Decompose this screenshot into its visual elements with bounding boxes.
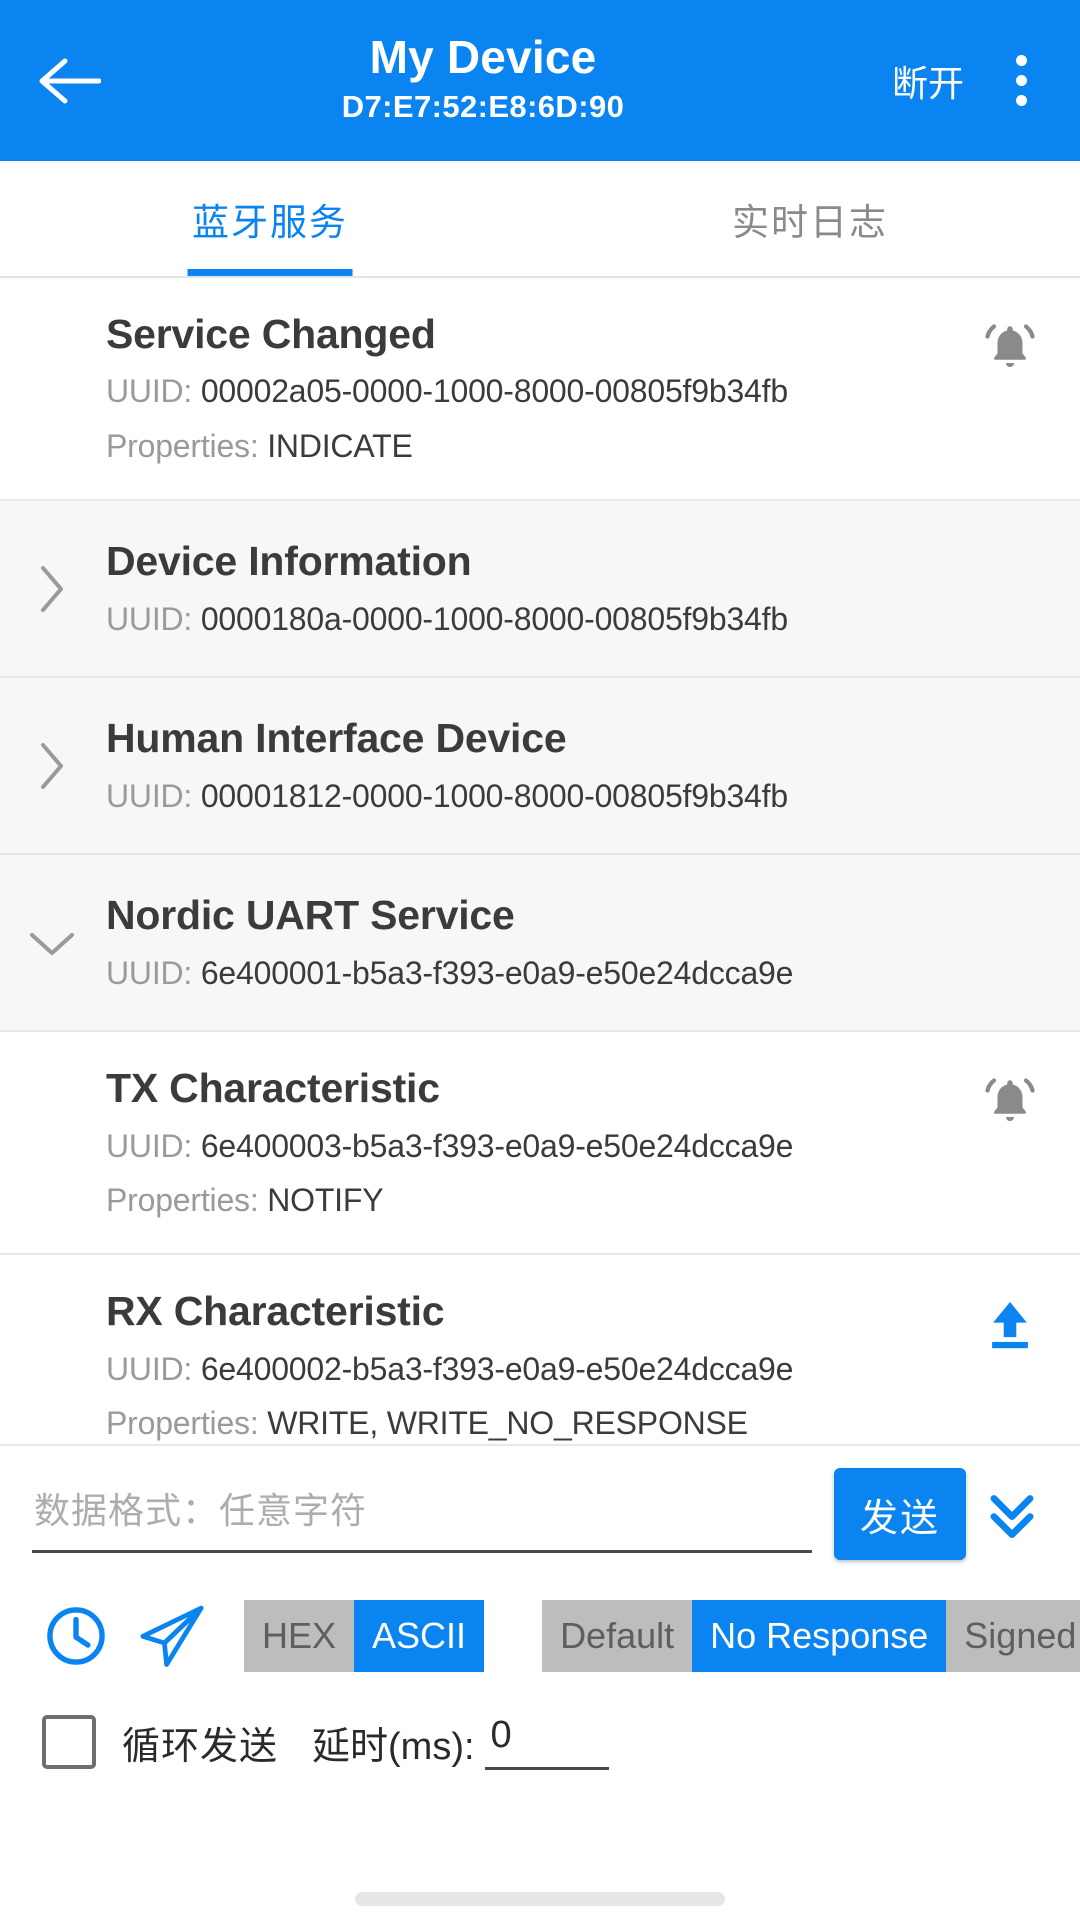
item-uuid: UUID: 0000180a-0000-1000-8000-00805f9b34…	[106, 597, 1046, 642]
uuid-value: 6e400002-b5a3-f393-e0a9-e50e24dcca9e	[200, 1350, 794, 1387]
dot	[1015, 55, 1027, 66]
item-uuid: UUID: 00001812-0000-1000-8000-00805f9b34…	[106, 774, 1046, 819]
uuid-label: UUID:	[106, 1350, 201, 1387]
list-item[interactable]: TX Characteristic UUID: 6e400003-b5a3-f3…	[0, 1032, 1080, 1256]
bell-active-icon[interactable]	[978, 1070, 1042, 1134]
tab-bluetooth-services[interactable]: 蓝牙服务	[0, 161, 540, 276]
upload-icon[interactable]	[978, 1293, 1042, 1357]
disconnect-button[interactable]: 断开	[870, 55, 986, 107]
system-navigation-bar	[0, 1878, 1080, 1920]
uuid-label: UUID:	[106, 777, 201, 814]
loop-send-label: 循环发送	[122, 1725, 279, 1768]
loop-send-row: 循环发送 延时(ms):	[0, 1698, 1080, 1770]
delay-label: 延时(ms):	[312, 1725, 475, 1768]
write-option-no-response[interactable]: No Response	[692, 1600, 947, 1672]
write-option-signed[interactable]: Signed	[946, 1600, 1080, 1672]
send-tool-row: HEX ASCII Default No Response Signed	[0, 1574, 1080, 1698]
item-properties: Properties: INDICATE	[106, 424, 1046, 469]
uuid-value: 00002a05-0000-1000-8000-00805f9b34fb	[200, 373, 788, 410]
uuid-value: 6e400003-b5a3-f393-e0a9-e50e24dcca9e	[200, 1127, 794, 1164]
arrow-left-icon	[39, 57, 101, 105]
list-item[interactable]: RX Characteristic UUID: 6e400002-b5a3-f3…	[0, 1255, 1080, 1444]
item-uuid: UUID: 6e400002-b5a3-f393-e0a9-e50e24dcca…	[106, 1347, 1046, 1392]
bell-active-icon[interactable]	[978, 316, 1042, 380]
uuid-value: 6e400001-b5a3-f393-e0a9-e50e24dcca9e	[200, 954, 794, 991]
list-item[interactable]: Nordic UART Service UUID: 6e400001-b5a3-…	[0, 855, 1080, 1033]
dot	[1015, 95, 1027, 106]
list-item[interactable]: Device Information UUID: 0000180a-0000-1…	[0, 501, 1080, 679]
item-properties: Properties: NOTIFY	[106, 1178, 1046, 1223]
item-title: TX Characteristic	[106, 1065, 440, 1112]
properties-label: Properties:	[106, 1181, 268, 1218]
service-list[interactable]: Service Changed UUID: 00002a05-0000-1000…	[0, 278, 1080, 1444]
write-type-toggle[interactable]: Default No Response Signed	[542, 1600, 1080, 1672]
tab-label: 蓝牙服务	[192, 201, 348, 243]
uuid-value: 00001812-0000-1000-8000-00805f9b34fb	[200, 777, 788, 814]
item-title: Nordic UART Service	[106, 892, 515, 939]
send-input-row: 发送	[0, 1446, 1080, 1574]
home-indicator[interactable]	[355, 1892, 725, 1906]
page-title: My Device	[369, 30, 597, 83]
loop-send-checkbox[interactable]	[42, 1715, 96, 1769]
uuid-label: UUID:	[106, 954, 201, 991]
item-uuid: UUID: 6e400001-b5a3-f393-e0a9-e50e24dcca…	[106, 951, 1046, 996]
uuid-label: UUID:	[106, 373, 201, 410]
item-title: Device Information	[106, 538, 472, 585]
device-mac-address: D7:E7:52:E8:6D:90	[341, 89, 625, 125]
list-item[interactable]: Service Changed UUID: 00002a05-0000-1000…	[0, 278, 1080, 502]
properties-label: Properties:	[106, 1405, 268, 1442]
tab-label: 实时日志	[732, 201, 888, 243]
app-bar: My Device D7:E7:52:E8:6D:90 断开	[0, 0, 1080, 161]
send-button[interactable]: 发送	[833, 1468, 966, 1560]
tab-realtime-log[interactable]: 实时日志	[540, 161, 1080, 276]
write-option-default[interactable]: Default	[542, 1600, 693, 1672]
data-format-toggle[interactable]: HEX ASCII	[244, 1600, 485, 1672]
chevron-down-icon[interactable]	[26, 917, 78, 969]
data-input[interactable]	[32, 1475, 812, 1553]
item-uuid: UUID: 00002a05-0000-1000-8000-00805f9b34…	[106, 369, 1046, 414]
uuid-value: 0000180a-0000-1000-8000-00805f9b34fb	[200, 600, 788, 637]
uuid-label: UUID:	[106, 1127, 201, 1164]
item-properties: Properties: WRITE, WRITE_NO_RESPONSE	[106, 1401, 1046, 1444]
item-uuid: UUID: 6e400003-b5a3-f393-e0a9-e50e24dcca…	[106, 1124, 1046, 1169]
uuid-label: UUID:	[106, 600, 201, 637]
format-option-hex[interactable]: HEX	[244, 1600, 355, 1672]
send-panel: 发送 HEX ASCII Default No R	[0, 1444, 1080, 1770]
double-chevron-down-icon[interactable]	[966, 1468, 1058, 1560]
item-title: Service Changed	[106, 311, 436, 357]
more-vertical-icon[interactable]	[986, 35, 1056, 127]
paper-plane-icon[interactable]	[124, 1588, 220, 1684]
app-bar-titles: My Device D7:E7:52:E8:6D:90	[96, 30, 870, 129]
properties-value: INDICATE	[267, 427, 413, 464]
chevron-right-icon[interactable]	[26, 740, 78, 792]
delay-input[interactable]	[484, 1714, 609, 1770]
dot	[1015, 75, 1027, 86]
list-item[interactable]: Human Interface Device UUID: 00001812-00…	[0, 678, 1080, 856]
properties-value: NOTIFY	[267, 1181, 384, 1218]
format-option-ascii[interactable]: ASCII	[354, 1600, 485, 1672]
properties-label: Properties:	[106, 427, 268, 464]
properties-value: WRITE, WRITE_NO_RESPONSE	[267, 1405, 748, 1442]
item-title: Human Interface Device	[106, 715, 567, 762]
item-title: RX Characteristic	[106, 1288, 445, 1335]
clock-icon[interactable]	[28, 1588, 124, 1684]
tab-bar: 蓝牙服务 实时日志	[0, 161, 1080, 278]
chevron-right-icon[interactable]	[26, 563, 78, 615]
